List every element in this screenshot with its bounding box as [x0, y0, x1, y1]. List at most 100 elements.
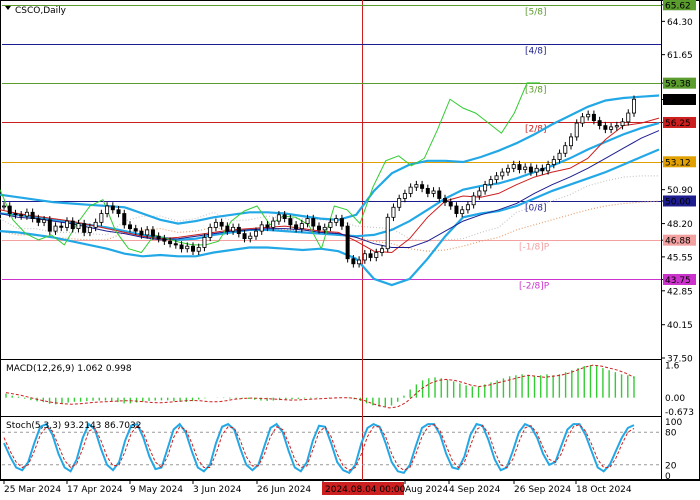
candle-body	[397, 198, 402, 208]
candle-body	[116, 209, 121, 214]
candle-body	[219, 221, 224, 227]
price-tick-label: 58.08	[665, 96, 691, 106]
candle-body	[311, 218, 316, 227]
candle-body	[574, 122, 579, 138]
time-tick-label: 9 May 2024	[130, 485, 183, 495]
candle-body	[322, 226, 327, 231]
candle-body	[7, 205, 12, 214]
stoch-tick-label: 80	[665, 429, 677, 439]
candle-body	[546, 164, 551, 172]
stoch-title: Stoch(5,3,3) 93.2143 86.7032	[6, 421, 141, 431]
candle-body	[357, 259, 362, 265]
candle-body	[385, 216, 390, 250]
stoch-tick-label: 20	[665, 461, 677, 471]
candle-body	[580, 116, 585, 124]
candle-body	[586, 113, 591, 118]
price-tick-label: 59.38	[665, 80, 691, 90]
candle-body	[122, 213, 127, 226]
candle-body	[185, 245, 190, 250]
candle-body	[30, 211, 35, 219]
candle-body	[253, 230, 258, 237]
candle-body	[19, 214, 24, 217]
candle-body	[368, 253, 373, 258]
candle-body	[511, 164, 516, 169]
chart-title: CSCO,Daily	[15, 6, 67, 16]
candle-body	[190, 245, 195, 252]
time-tick-label: 2024.08.04 00:00	[325, 485, 406, 495]
candle-body	[127, 224, 132, 230]
candle-body	[202, 237, 207, 248]
price-tick-label: 48.20	[667, 220, 693, 230]
murrey-level-label: [3/8]	[525, 86, 547, 96]
candle-body	[379, 248, 384, 253]
candle-body	[196, 247, 201, 252]
candle-body	[557, 152, 562, 160]
labels: CSCO,Daily	[5, 6, 67, 16]
candle-body	[294, 224, 299, 230]
candle-body	[551, 159, 556, 165]
candle-body	[391, 206, 396, 218]
murrey-level-label: [5/8]	[525, 8, 547, 18]
candle-body	[168, 240, 173, 245]
candle-body	[523, 166, 528, 170]
candle-body	[517, 164, 522, 170]
candle-body	[345, 225, 350, 260]
price-tick-label: 42.85	[667, 287, 693, 297]
candle-body	[569, 136, 574, 147]
candle-body	[59, 225, 64, 228]
candle-body	[374, 252, 379, 258]
candle-body	[225, 225, 230, 232]
candle-body	[271, 220, 276, 228]
candle-body	[82, 223, 87, 233]
candle-body	[2, 205, 7, 208]
candle-body	[505, 167, 510, 173]
candle-body	[620, 121, 625, 127]
time-tick-label: 18 Oct 2024	[576, 485, 632, 495]
candle-body	[265, 224, 270, 228]
candle-body	[213, 221, 218, 228]
price-tick-label: 64.30	[667, 18, 693, 28]
candle-body	[248, 235, 253, 240]
candle-body	[402, 193, 407, 199]
candle-body	[13, 213, 18, 216]
candle-body	[99, 213, 104, 223]
time-tick-label: Aug 2024	[405, 485, 449, 495]
candle-body	[425, 188, 430, 194]
time-tick-label: 3 Jun 2024	[193, 485, 242, 495]
candle-body	[494, 175, 499, 181]
price-tick-label: 37.50	[667, 355, 693, 365]
candle-body	[448, 201, 453, 207]
murrey-level-label: [-2/8]P	[519, 282, 550, 292]
price-tick-label: 40.15	[667, 321, 693, 331]
candle-body	[328, 221, 333, 228]
candle-body	[288, 218, 293, 226]
candle-body	[483, 184, 488, 192]
price-tick-label: 45.55	[667, 253, 693, 263]
candle-body	[316, 225, 321, 231]
candle-body	[150, 229, 155, 237]
candle-body	[236, 226, 241, 235]
candle-body	[70, 220, 75, 230]
price-tick-label: 61.65	[667, 51, 693, 61]
candle-body	[465, 204, 470, 211]
candle-body	[540, 167, 545, 172]
candle-body	[65, 220, 70, 228]
time-tick-label: 26 Jun 2024	[257, 485, 311, 495]
candle-body	[534, 167, 539, 173]
candle-body	[47, 219, 52, 232]
candle-body	[305, 218, 310, 224]
candle-body	[408, 186, 413, 194]
candle-body	[76, 223, 81, 230]
stoch-tick-label: 0	[665, 472, 671, 482]
price-tick-label: 50.00	[665, 197, 691, 207]
candle-body	[24, 211, 29, 217]
candle-body	[334, 218, 339, 223]
candle-body	[299, 223, 304, 230]
chart-svg: [5/8][4/8][3/8][2/8][0/8][-1/8]P[-2/8]P …	[0, 0, 700, 495]
candle-body	[42, 219, 47, 223]
candle-body	[477, 190, 482, 197]
candle-body	[173, 243, 178, 246]
candle-body	[351, 258, 356, 265]
candle-body	[471, 195, 476, 206]
candle-body	[139, 230, 144, 236]
